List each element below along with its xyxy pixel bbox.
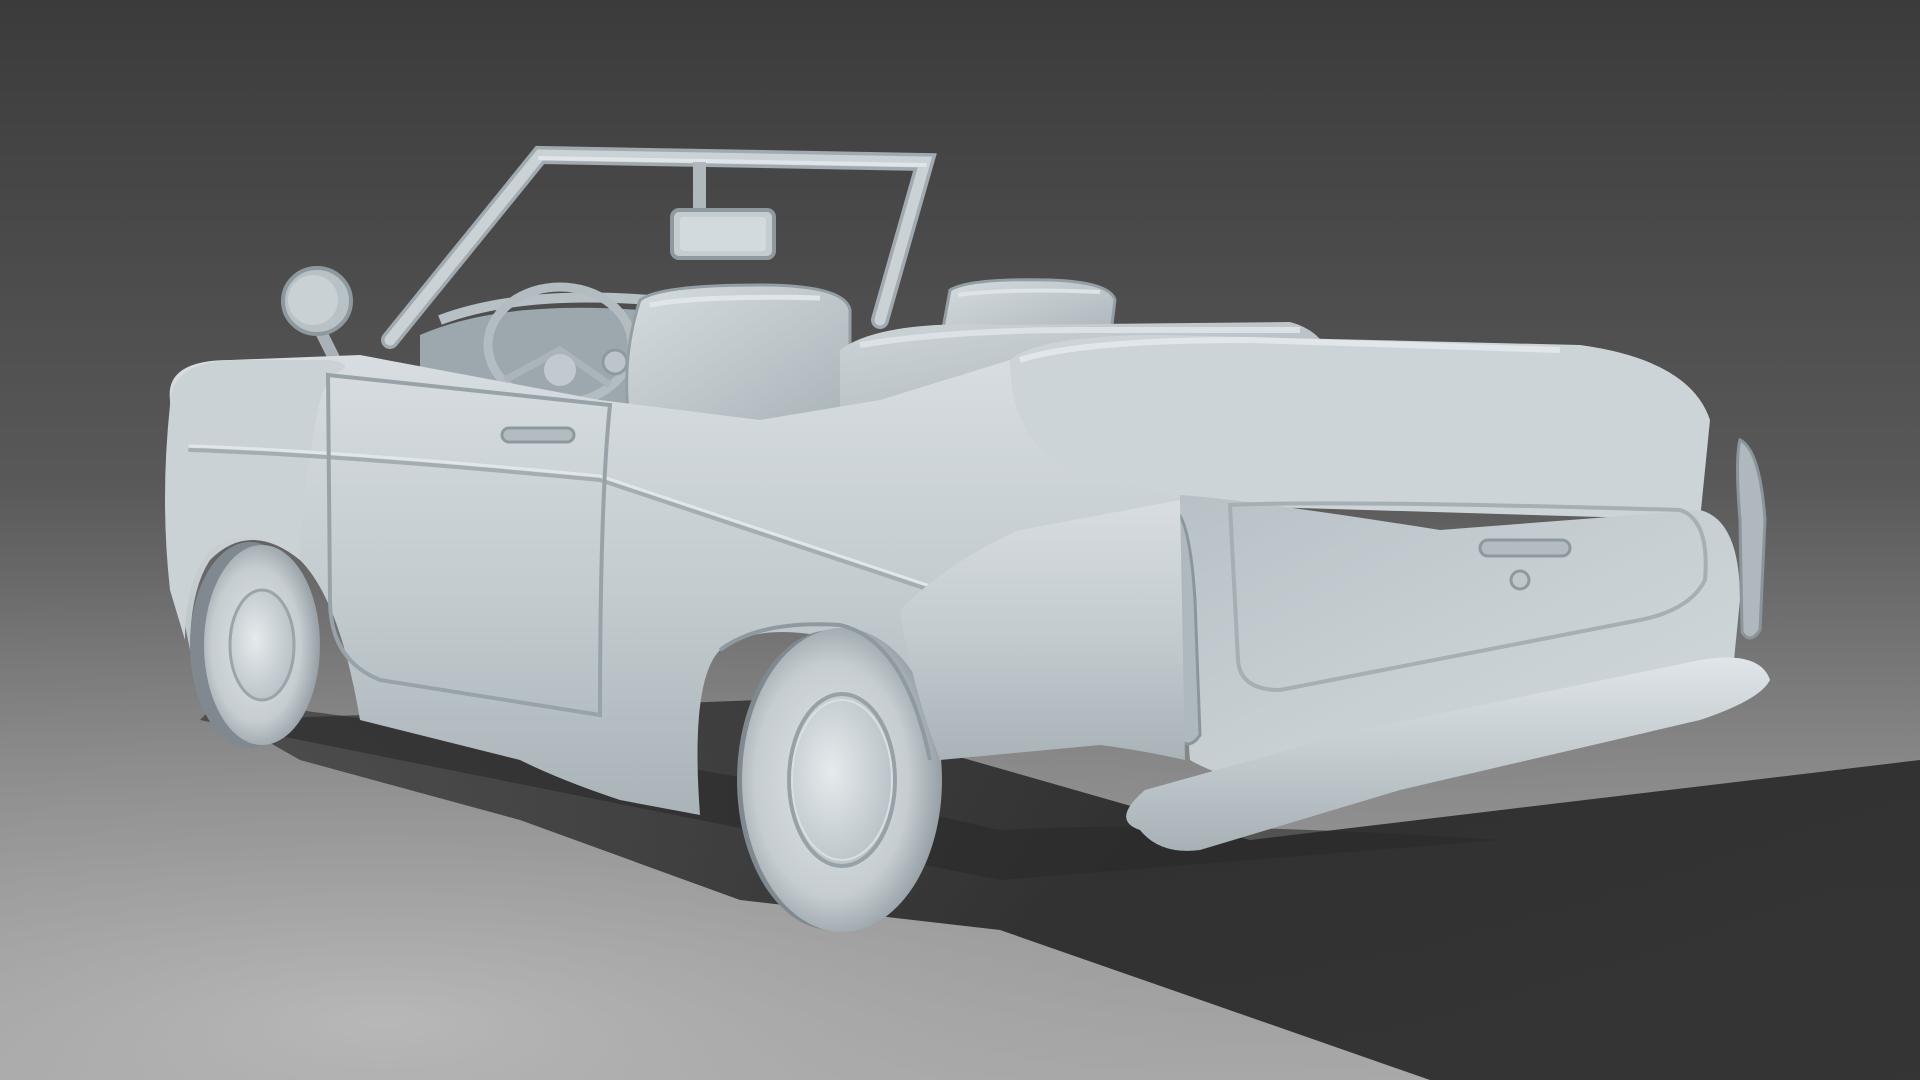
front-wheel <box>190 542 320 748</box>
rear-wheel <box>737 628 942 932</box>
door-handle <box>500 426 576 444</box>
dashboard-gauge <box>601 348 629 376</box>
car-render-scene <box>0 0 1920 1080</box>
